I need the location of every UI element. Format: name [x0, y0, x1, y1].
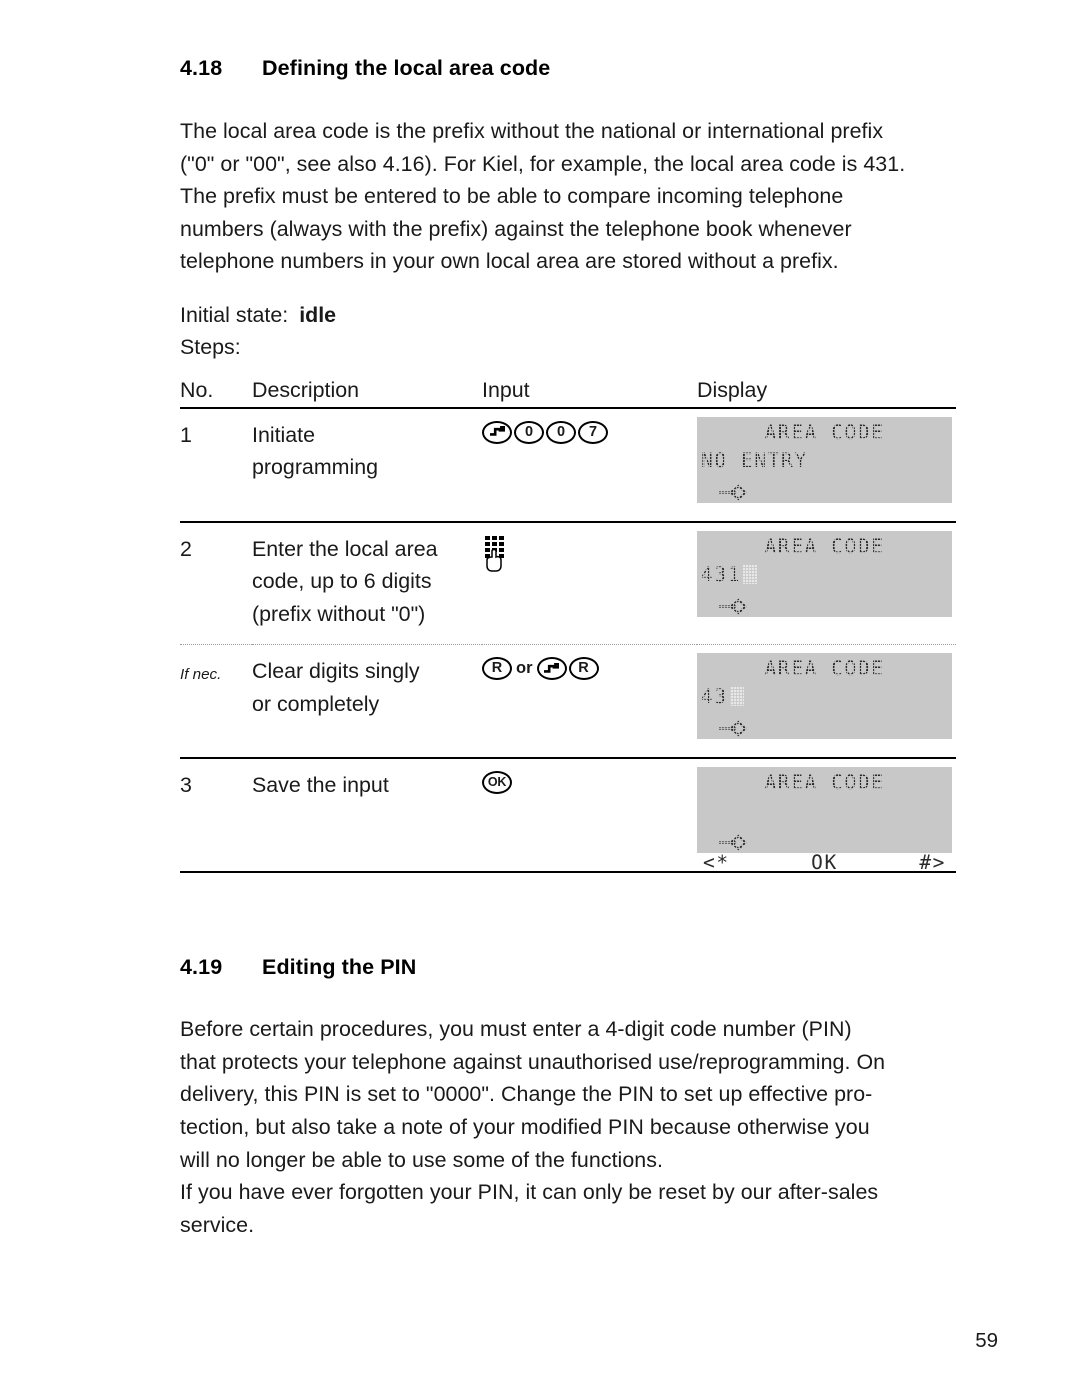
lcd-line-2-wrap: 43 [697, 684, 952, 710]
step-input [482, 522, 697, 645]
step-input: OK [482, 758, 697, 872]
r-key-icon[interactable]: R [568, 657, 599, 681]
section-title: Defining the local area code [262, 56, 551, 80]
digit-key-7[interactable]: 7 [578, 420, 608, 444]
key-sequence: 0 0 7 [482, 420, 697, 444]
step-display: AREA CODE <* OK #> [697, 758, 956, 874]
lcd-line-2: 431 [701, 562, 742, 586]
or-label: or [516, 659, 533, 678]
description-line: or completely [252, 691, 380, 716]
digit-key-0[interactable]: 0 [514, 420, 544, 444]
document-page: 4.18 Defining the local area code The lo… [0, 0, 1080, 1397]
lcd-display: AREA CODE <* OK #> [697, 767, 952, 874]
lcd-softkey-right: #> [919, 851, 946, 875]
key-sequence: OK [482, 771, 697, 795]
section-4-18-paragraph: The local area code is the prefix withou… [180, 115, 956, 278]
section-4-19-paragraph: Before certain procedures, you must ente… [180, 1013, 956, 1176]
step-display: AREA CODE 431 [697, 522, 956, 645]
lcd-line-2-wrap: 431 [697, 562, 952, 588]
lcd-cursor-block [743, 564, 758, 584]
program-key-icon[interactable] [482, 420, 512, 444]
column-header-input: Input [482, 377, 530, 402]
lcd-line-1: AREA CODE [764, 657, 885, 681]
lcd-cursor-block [729, 687, 744, 707]
ok-key-icon[interactable]: OK [482, 771, 512, 795]
steps-table: No. Description Input Display 1 Initiate… [180, 378, 956, 874]
section-title: Editing the PIN [262, 955, 417, 980]
step-display: AREA CODE NO ENTRY [697, 408, 956, 522]
table-row: 1 Initiate programming 0 0 7 AREA CODE N… [180, 408, 956, 522]
paragraph-line: If you have ever forgotten your PIN, it … [180, 1180, 879, 1205]
step-input: 0 0 7 [482, 408, 697, 522]
description-line: Enter the local area [252, 536, 438, 561]
lcd-arrow-icon [718, 479, 748, 511]
step-description: Save the input [252, 758, 482, 872]
paragraph-line: The local area code is the prefix withou… [180, 119, 884, 143]
lcd-arrow-icon [718, 829, 748, 861]
initial-state-block: Initial state: idle [180, 299, 956, 332]
section-number: 4.18 [180, 56, 223, 80]
step-input: R or R [482, 645, 697, 759]
paragraph-line: Before certain procedures, you must ente… [180, 1017, 852, 1042]
lcd-display: AREA CODE 43 [697, 653, 952, 740]
lcd-line-2: NO ENTRY [701, 448, 808, 472]
section-heading-4-19: 4.19 Editing the PIN [180, 955, 956, 980]
step-number: If nec. [180, 666, 222, 684]
table-row: 3 Save the input OK AREA CODE <* OK #> [180, 758, 956, 874]
lcd-arrow-icon [718, 715, 748, 747]
description-line: Save the input [252, 773, 389, 798]
description-line: code, up to 6 digits [252, 569, 432, 594]
paragraph-line: delivery, this PIN is set to "0000". Cha… [180, 1082, 873, 1107]
lcd-line-2: 43 [701, 685, 728, 709]
section-heading-4-18: 4.18 Defining the local area code [180, 56, 956, 81]
table-row: If nec. Clear digits singly or completel… [180, 645, 956, 759]
initial-state-label: Initial state: [180, 302, 289, 327]
lcd-display: AREA CODE 431 [697, 530, 952, 617]
table-header-row: No. Description Input Display [180, 378, 956, 408]
description-line: Initiate [252, 422, 316, 447]
keypad-icon[interactable] [482, 535, 697, 582]
steps-label: Steps: [180, 335, 241, 360]
step-display: AREA CODE 43 [697, 645, 956, 759]
description-line: (prefix without "0") [252, 601, 426, 626]
paragraph-line: ("0" or "00", see also 4.16). For Kiel, … [180, 151, 906, 176]
description-line: programming [252, 455, 379, 480]
paragraph-line: will no longer be able to use some of th… [180, 1147, 663, 1172]
page-number: 59 [975, 1329, 998, 1352]
r-key-icon[interactable]: R [482, 657, 512, 681]
step-number: 2 [180, 536, 192, 561]
column-header-display: Display [697, 377, 768, 402]
lcd-line-1: AREA CODE [764, 420, 885, 444]
key-sequence: R or R [482, 657, 697, 681]
description-line: Clear digits singly [252, 659, 420, 684]
lcd-arrow-icon [718, 593, 748, 625]
paragraph-line: service. [180, 1212, 255, 1237]
digit-key-0[interactable]: 0 [546, 420, 576, 444]
step-number: 3 [180, 773, 192, 798]
paragraph-line: telephone numbers in your own local area… [180, 249, 839, 274]
step-number: 1 [180, 422, 192, 447]
program-key-icon[interactable] [536, 657, 567, 681]
column-header-no: No. [180, 377, 214, 402]
page-content: 4.18 Defining the local area code The lo… [180, 0, 956, 1241]
paragraph-line: tection, but also take a note of your mo… [180, 1114, 870, 1139]
step-description: Clear digits singly or completely [252, 645, 482, 759]
paragraph-line: The prefix must be entered to be able to… [180, 184, 844, 209]
lcd-line-1: AREA CODE [764, 771, 885, 795]
initial-state-value: idle [299, 302, 337, 327]
lcd-line-1: AREA CODE [764, 534, 885, 558]
section-4-19-paragraph-2: If you have ever forgotten your PIN, it … [180, 1176, 956, 1241]
section-number: 4.19 [180, 955, 223, 980]
lcd-line-2-wrap: <* OK #> [697, 798, 952, 874]
lcd-display: AREA CODE NO ENTRY [697, 416, 952, 503]
lcd-softkey-center: OK [811, 851, 838, 875]
paragraph-line: that protects your telephone against una… [180, 1049, 886, 1074]
table-row: 2 Enter the local area code, up to 6 dig… [180, 522, 956, 645]
step-description: Initiate programming [252, 408, 482, 522]
paragraph-line: numbers (always with the prefix) against… [180, 216, 852, 241]
step-description: Enter the local area code, up to 6 digit… [252, 522, 482, 645]
column-header-description: Description [252, 377, 359, 402]
